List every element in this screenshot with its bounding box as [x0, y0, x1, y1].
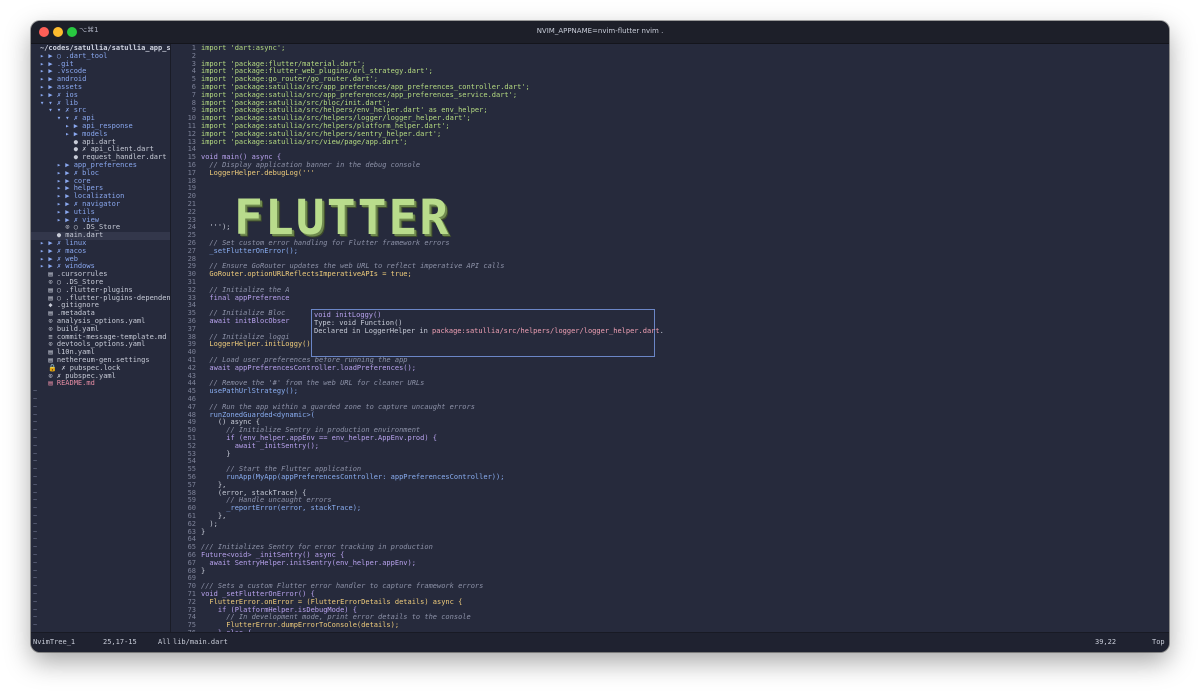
tree-file[interactable]: ▤ README.md	[40, 380, 94, 388]
code-text: ''');	[201, 223, 231, 232]
code-text: // Ensure GoRouter updates the web URL t…	[201, 262, 505, 271]
code-line[interactable]: 67 await SentryHelper.initSentry(env_hel…	[176, 558, 416, 568]
code-text: (error, stackTrace) {	[201, 488, 307, 497]
status-line: NvimTree_1 25,17-15 All lib/main.dart 39…	[31, 632, 1169, 652]
split-separator[interactable]	[170, 44, 171, 633]
code-line[interactable]: 62 );	[176, 519, 218, 529]
status-scroll-position: Top	[1152, 638, 1165, 646]
code-text: usePathUrlStrategy();	[201, 387, 298, 396]
code-text: Future<void> _initSentry() async {	[201, 551, 345, 559]
code-text: },	[201, 480, 227, 489]
file-tree-panel[interactable]: ~/codes/satullia/satullia_app_sta ▸ ▶ ○ .…	[31, 44, 170, 633]
code-text: import 'package:flutter_web_plugins/url_…	[201, 67, 433, 76]
code-text: /// Sets a custom Flutter error handler …	[201, 582, 484, 591]
code-text: );	[201, 519, 218, 528]
hover-documentation-popup: void initLoggy() Type: void Function() D…	[311, 309, 664, 357]
code-text: // Initialize Sentry in production envir…	[201, 426, 421, 435]
flutter-ascii-banner: FLUTTER	[234, 190, 451, 246]
code-line[interactable]: 17 LoggerHelper.debugLog('''	[176, 168, 315, 178]
code-text: import 'dart:async';	[201, 44, 286, 52]
code-text: // Initialize Bloc	[201, 309, 286, 318]
code-text: import 'package:satullia/src/app_prefere…	[201, 90, 518, 99]
code-text: await initBlocObser	[201, 317, 290, 325]
code-line[interactable]: 30 GoRouter.optionURLReflectsImperativeA…	[176, 270, 412, 279]
code-text: _setFlutterOnError();	[201, 246, 298, 255]
code-text: LoggerHelper.debugLog('''	[201, 168, 315, 177]
code-text: () async {	[201, 418, 261, 427]
code-text: // In development mode, print error deta…	[201, 613, 471, 622]
code-text: },	[201, 512, 227, 520]
status-tree-name: NvimTree_1	[33, 638, 76, 646]
code-text: _reportError(error, stackTrace);	[201, 504, 362, 513]
code-text: runApp(MyApp(appPreferencesController: a…	[201, 473, 505, 481]
code-line[interactable]: 24 ''');	[176, 223, 231, 232]
status-tree-position: 25,17-15	[103, 638, 137, 646]
code-text: FlutterError.dumpErrorToConsole(details)…	[201, 621, 400, 630]
code-line[interactable]: 52 await _initSentry();	[176, 441, 320, 451]
code-text: // Handle uncaught errors	[201, 496, 332, 505]
code-text: await appPreferencesController.loadPrefe…	[201, 363, 416, 372]
code-text: import 'package:satullia/src/helpers/env…	[201, 106, 488, 115]
window-title: NVIM_APPNAME=nvim-flutter nvim .	[536, 27, 664, 35]
code-text: FlutterError.onError = (FlutterErrorDeta…	[201, 597, 463, 606]
code-text: LoggerHelper.initLoggy();	[201, 340, 315, 349]
code-text: import 'package:go_router/go_router.dart…	[201, 75, 379, 84]
code-text: GoRouter.optionURLReflectsImperativeAPIs…	[201, 270, 412, 279]
code-line[interactable]: 39 LoggerHelper.initLoggy();	[176, 340, 315, 349]
title-bar: ⌥⌘1 NVIM_APPNAME=nvim-flutter nvim .	[31, 21, 1169, 44]
status-file-name: lib/main.dart	[173, 638, 228, 646]
code-text: import 'package:satullia/src/helpers/log…	[201, 114, 471, 123]
code-text: // Initialize loggi	[201, 332, 290, 341]
code-text: import 'package:satullia/src/bloc/init.d…	[201, 98, 391, 107]
code-line[interactable]: 2	[176, 52, 201, 61]
empty-line-marker: ~	[33, 621, 38, 630]
code-text: // Start the Flutter application	[201, 465, 362, 474]
code-text: // Set custom error handling for Flutter…	[201, 239, 450, 247]
code-text: // Remove the '#' from the web URL for c…	[201, 379, 425, 388]
code-text: import 'package:satullia/src/app_prefere…	[201, 83, 530, 91]
code-line[interactable]: 53 }	[176, 449, 231, 459]
hover-declared-suffix: .	[659, 327, 664, 335]
code-text: }	[201, 449, 231, 458]
code-text: import 'package:satullia/src/helpers/sen…	[201, 129, 442, 138]
code-text: // Initialize the A	[201, 285, 290, 294]
terminal-window: ⌥⌘1 NVIM_APPNAME=nvim-flutter nvim . ~/c…	[31, 21, 1169, 652]
code-text: }	[201, 527, 206, 536]
code-text: import 'package:satullia/src/helpers/pla…	[201, 122, 450, 130]
hover-declared-in: Declared in LoggerHelper in package:satu…	[314, 327, 664, 336]
code-text: void main() async {	[201, 153, 282, 162]
hover-signature-text: void initLoggy()	[314, 311, 382, 319]
code-text: void _setFlutterOnError() {	[201, 590, 315, 598]
code-text: // Display application banner in the deb…	[201, 161, 421, 169]
status-cursor-position: 39,22	[1095, 638, 1117, 646]
code-text: import 'package:flutter/material.dart';	[201, 59, 366, 68]
code-line[interactable]: 13 import 'package:satullia/src/view/page…	[176, 137, 408, 147]
code-text: import 'package:satullia/src/view/page/a…	[201, 137, 408, 146]
code-text: if (PlatformHelper.isDebugMode) {	[201, 605, 357, 614]
code-text: // Run the app within a guarded zone to …	[201, 402, 475, 411]
code-text: await SentryHelper.initSentry(env_helper…	[201, 558, 416, 567]
code-text: }	[201, 566, 206, 575]
hover-declared-path[interactable]: package:satullia/src/helpers/logger/logg…	[432, 327, 660, 335]
code-text: // Load user preferences before running …	[201, 356, 408, 364]
code-line[interactable]: 42 await appPreferencesController.loadPr…	[176, 363, 416, 373]
code-text: runZonedGuarded<dynamic>(	[201, 410, 315, 419]
code-text: await _initSentry();	[201, 441, 320, 450]
status-tree-scroll: All	[158, 638, 171, 646]
code-text: final appPreference	[201, 293, 290, 302]
code-text: if (env_helper.appEnv == env_helper.AppE…	[201, 434, 438, 442]
hover-declared-prefix: Declared in LoggerHelper in	[314, 327, 433, 335]
code-text: /// Initializes Sentry for error trackin…	[201, 543, 433, 552]
